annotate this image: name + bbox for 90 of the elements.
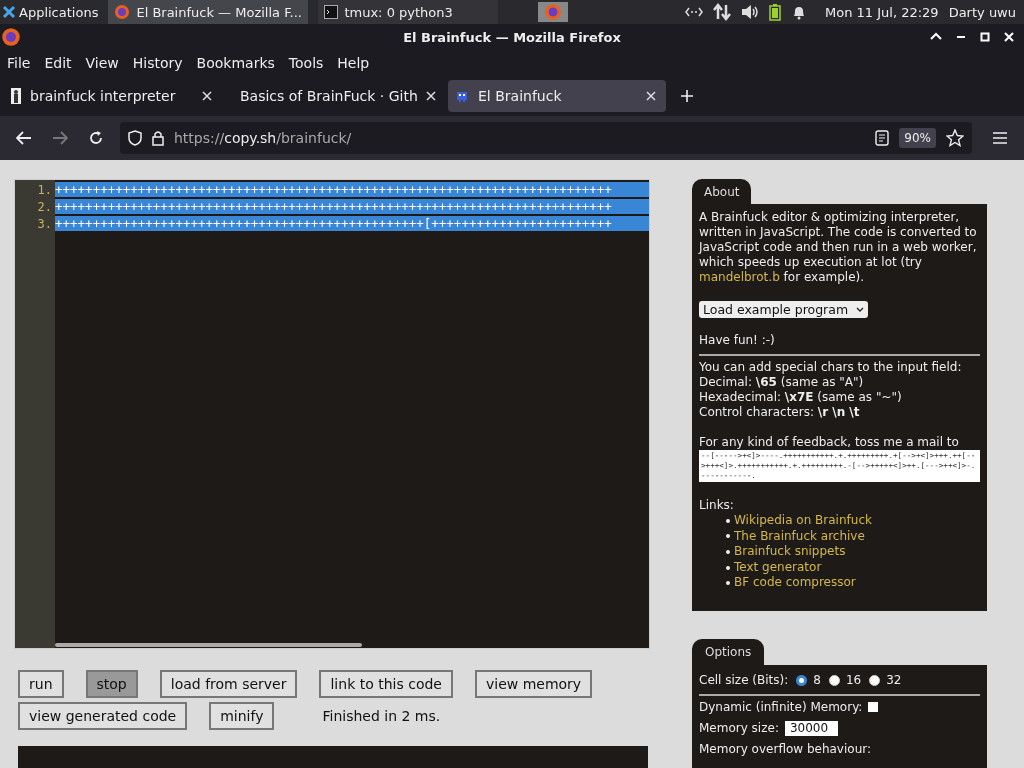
menu-item[interactable]: File xyxy=(7,55,31,71)
action-button[interactable]: load from server xyxy=(159,670,298,698)
line-number: 1. xyxy=(37,182,52,199)
link[interactable]: mandelbrot.b xyxy=(699,270,780,284)
lock-icon xyxy=(152,130,164,146)
option-label: Dynamic (infinite) Memory: xyxy=(699,699,863,715)
action-button[interactable]: view memory xyxy=(474,670,593,698)
action-button[interactable]: stop xyxy=(85,670,138,698)
bullet-icon xyxy=(726,518,730,523)
action-button[interactable]: minify xyxy=(209,702,275,730)
caret-up-icon[interactable] xyxy=(930,32,942,40)
x-logo-icon[interactable] xyxy=(2,5,16,19)
close-icon[interactable] xyxy=(425,91,436,101)
shield-icon xyxy=(128,130,142,146)
example-dropdown[interactable]: Load example program xyxy=(699,301,869,318)
star-icon[interactable] xyxy=(946,129,964,147)
menu-item[interactable]: Bookmarks xyxy=(196,55,275,71)
status-text: Finished in 2 ms. xyxy=(322,708,441,724)
menu-item[interactable]: Edit xyxy=(44,55,72,71)
clock[interactable]: Mon 11 Jul, 22:29 xyxy=(825,4,939,20)
transfer-icon[interactable] xyxy=(713,3,731,21)
about-text: Have fun! :-) xyxy=(699,333,776,348)
radio-label[interactable]: 8 xyxy=(813,672,821,688)
taskbar-item[interactable]: El Brainfuck — Mozilla F... xyxy=(108,0,309,24)
bell-icon[interactable] xyxy=(791,4,807,20)
close-icon[interactable] xyxy=(202,91,212,101)
option-label: Memory overflow behaviour: xyxy=(699,741,871,757)
about-text: You can add special chars to the input field: xyxy=(699,360,963,375)
bullet-icon xyxy=(726,565,730,570)
bullet-icon xyxy=(726,534,730,539)
about-text: Links: xyxy=(699,498,735,513)
code-editor[interactable] xyxy=(14,179,650,649)
taskbar-button[interactable] xyxy=(538,2,569,22)
option-label: Cell size (Bits): xyxy=(699,672,789,688)
reload-icon[interactable] xyxy=(88,130,104,146)
radio-label[interactable]: 16 xyxy=(845,672,862,688)
back-icon[interactable] xyxy=(16,131,32,145)
about-text: Control characters: \r \n \t xyxy=(699,405,861,420)
bullet-icon xyxy=(726,550,730,554)
menu-item[interactable]: View xyxy=(85,55,119,71)
radio-button[interactable] xyxy=(828,674,840,686)
bullet-icon xyxy=(726,581,730,586)
browser-tab[interactable]: El Brainfuck xyxy=(448,80,666,112)
radio-button[interactable] xyxy=(869,674,881,686)
checkbox[interactable] xyxy=(868,702,879,713)
link[interactable]: Wikipedia on Brainfuck xyxy=(734,513,872,529)
forward-icon[interactable] xyxy=(52,131,68,145)
browser-tab[interactable]: Basics of BrainFuck · Gith xyxy=(226,80,444,112)
maximize-icon[interactable] xyxy=(980,32,990,42)
scrollbar[interactable] xyxy=(55,643,362,647)
user-name[interactable]: Darty uwu xyxy=(948,4,1016,20)
line-number: 3. xyxy=(37,216,52,233)
terminal-icon xyxy=(324,5,339,19)
chevron-icon xyxy=(856,306,865,313)
network-icon[interactable] xyxy=(685,6,703,18)
about-text: A Brainfuck editor & optimizing interpreter, written in JavaScript. The code is converted to JavaScript code and then run in a web worker, which speeds up execution at lot (try mandelbrot.b for example). xyxy=(699,210,978,285)
close-icon[interactable] xyxy=(646,91,656,101)
window-title: El Brainfuck — Mozilla Firefox xyxy=(403,29,621,45)
reader-icon[interactable] xyxy=(875,130,890,146)
plus-icon[interactable] xyxy=(680,89,694,103)
link[interactable]: The Brainfuck archive xyxy=(734,528,865,545)
link[interactable]: Brainfuck snippets xyxy=(734,544,846,560)
link[interactable]: BF code compressor xyxy=(734,575,856,591)
taskbar-item[interactable]: tmux: 0 python3 xyxy=(318,0,499,24)
menu-item[interactable]: History xyxy=(132,55,183,71)
fox-icon xyxy=(114,4,131,20)
radio-button[interactable] xyxy=(796,674,808,686)
fox-icon xyxy=(1,27,21,47)
browser-tab[interactable]: brainfuck interpreter xyxy=(4,80,222,112)
menu-item[interactable]: Tools xyxy=(288,55,324,71)
menu-icon[interactable] xyxy=(992,131,1008,145)
applications-menu[interactable]: Applications xyxy=(19,4,99,20)
link[interactable]: Text generator xyxy=(734,559,822,576)
about-text: Decimal: \65 (same as "A") xyxy=(699,375,865,390)
about-text: For any kind of feedback, toss me a mail to xyxy=(699,435,960,450)
action-button[interactable]: link to this code xyxy=(319,670,453,698)
about-text: Hexadecimal: \x7E (same as "~") xyxy=(699,390,903,405)
line-number: 2. xyxy=(37,199,52,216)
radio-label[interactable]: 32 xyxy=(886,672,902,688)
menu-item[interactable]: Help xyxy=(337,55,370,71)
zoom-badge[interactable]: 90% xyxy=(899,128,936,148)
action-button[interactable]: run xyxy=(18,670,64,698)
battery-icon[interactable] xyxy=(769,3,781,21)
figure-icon xyxy=(10,87,22,105)
action-button[interactable]: view generated code xyxy=(18,702,188,730)
address-bar[interactable]: https://copy.sh/brainfuck/ 90% xyxy=(120,122,972,154)
memory-size-field[interactable]: 30000 xyxy=(784,720,839,736)
volume-icon[interactable] xyxy=(741,4,759,20)
option-label: Memory size: xyxy=(699,720,779,736)
fox-icon xyxy=(544,3,563,21)
